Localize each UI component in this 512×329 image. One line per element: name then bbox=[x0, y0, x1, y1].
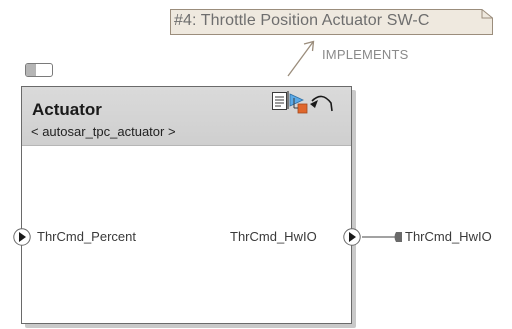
input-port-label: ThrCmd_Percent bbox=[37, 229, 136, 244]
external-port-label: ThrCmd_HwIO bbox=[405, 229, 492, 244]
component-header[interactable]: Actuator < autosar_tpc_actuator > bbox=[22, 87, 351, 146]
input-port-icon bbox=[13, 228, 31, 246]
requirement-note-label: #4: Throttle Position Actuator SW-C bbox=[174, 12, 430, 29]
port-connection-line[interactable] bbox=[358, 228, 406, 246]
implements-link-label: IMPLEMENTS bbox=[322, 47, 409, 62]
external-port-icon bbox=[394, 232, 402, 242]
component-name: Actuator bbox=[32, 100, 102, 119]
arrow-curve-icon bbox=[310, 95, 333, 112]
document-icon bbox=[272, 92, 287, 110]
block-toggle-button[interactable] bbox=[25, 63, 53, 77]
component-block[interactable]: Actuator < autosar_tpc_actuator > bbox=[21, 86, 352, 324]
component-badge-icons bbox=[272, 91, 333, 114]
input-port[interactable] bbox=[13, 228, 31, 246]
diagram-canvas[interactable]: #4: Throttle Position Actuator SW-C IMPL… bbox=[0, 0, 512, 329]
implements-link-arrow[interactable] bbox=[280, 36, 320, 80]
requirement-note[interactable]: #4: Throttle Position Actuator SW-C bbox=[170, 9, 493, 35]
output-port-label: ThrCmd_HwIO bbox=[230, 229, 317, 244]
toggle-indicator bbox=[26, 64, 36, 76]
component-stereotype: < autosar_tpc_actuator > bbox=[31, 124, 176, 139]
